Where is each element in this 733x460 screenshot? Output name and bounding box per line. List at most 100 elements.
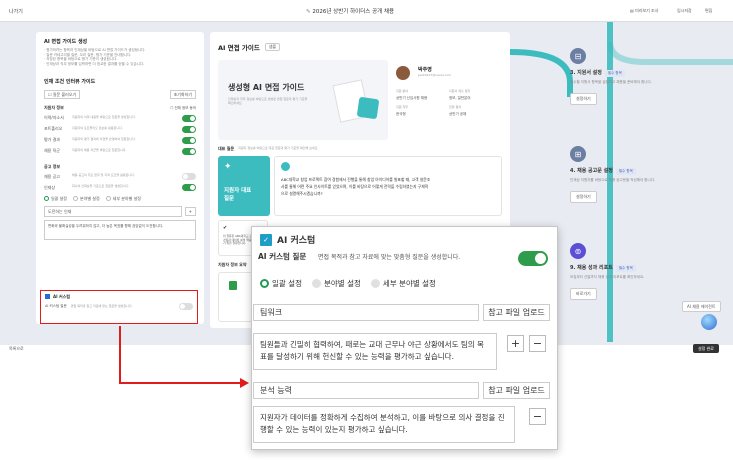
guide-title: AI 면접 가이드 생성 (44, 39, 88, 45)
remove-item-button[interactable]: − (529, 408, 546, 425)
step-title: 3. 지원서 설정 (570, 70, 602, 76)
ai-custom-row-desc: 면접 목적과 참고 자료에 맞는 질문을 생성합니다. (70, 303, 133, 308)
support-section-title: 지원자 정보 요약 (218, 262, 247, 267)
step-icon: ⊚ (570, 243, 586, 259)
condition-title: 인재 조건 인터뷰 가이드 (44, 79, 96, 86)
add-item-button[interactable]: + (507, 335, 524, 352)
step-title: 9. 채용 성과 리포트 (570, 265, 613, 271)
step-desc: 인재상 지원자를 바탕으로 채용 공고문을 작성해야 합니다. (570, 178, 656, 182)
ai-custom-toggle-on[interactable] (518, 251, 548, 266)
ai-custom-heading: AI 커스텀 (45, 294, 193, 300)
option-row: 이력/자소서 지원자의 이력 내용을 바탕으로 질문을 생성합니다. (44, 114, 196, 122)
complete-button[interactable]: 설정 완료 (693, 344, 719, 354)
option-toggle[interactable] (182, 183, 196, 191)
talent-input[interactable]: 도전하는 인재 (44, 205, 182, 218)
option-row: 채용 직군 지원자의 채용 직군을 바탕으로 질문합니다. (44, 147, 196, 155)
radio-all[interactable]: 일괄 설정 (44, 196, 67, 201)
keyword-input-teamwork[interactable]: 팀워크 (253, 304, 479, 321)
clipboard-illustration (356, 96, 380, 120)
option-row: 평가 결과 지원자의 평가 결과와 의견을 반영하여 질문합니다. (44, 136, 196, 144)
guide-line: · 인재상과 직무 정보를 입력하면 더 정교한 결과를 얻을 수 있습니다. (44, 61, 145, 66)
radio-detail[interactable]: 세부 분야별 설정 (370, 278, 436, 289)
load-questions-button[interactable]: ☐ 질문 불러오기 (44, 90, 81, 100)
ai-badge-icon: ✓ (260, 233, 272, 246)
ai-agent-button[interactable]: AI 채용 에이전트 (682, 301, 721, 313)
add-button[interactable]: + (184, 206, 196, 217)
option-desc: 지원자의 평가 결과와 의견을 반영하여 질문합니다. (72, 137, 136, 142)
option-toggle[interactable] (182, 147, 196, 155)
back-to-list-button[interactable]: 목록으로 (9, 346, 24, 351)
talent-desc-textarea[interactable]: 변화와 불확실성을 두려워하지 않고, 더 높은 목표를 향해 끊임없이 도전합… (44, 220, 196, 241)
preview-button[interactable]: ▤ 미리보기 조사 (630, 8, 658, 13)
candidate-email: park0127@naver.com (418, 73, 452, 77)
support-title: 지원자 정보 (44, 105, 64, 111)
option-label: 포트폴리오 (44, 126, 63, 132)
step-desc: 모집부터 선발까지 채용 성과 리포트를 확인하세요. (570, 275, 645, 279)
reset-button[interactable]: 초기화하기 (169, 90, 196, 100)
ai-custom-toggle[interactable] (179, 303, 193, 311)
exit-button[interactable]: 나가기 (9, 8, 23, 15)
temp-save-button[interactable]: 임시저장 (677, 8, 692, 13)
question-icon (281, 162, 290, 171)
step-application: ⊟ 3. 지원서 설정 필수 항목 접수할 지원서 항목을 설정하고 채용을 준비… (570, 48, 665, 105)
radio-field[interactable]: 분야별 설정 (73, 196, 100, 201)
info-value: 정보, 일반분야 (449, 96, 471, 100)
ai-agent-orb-icon[interactable] (701, 314, 717, 330)
page-title-text: 2026년 상반기 하이더스 공개 채용 (312, 9, 395, 15)
option-row: 채용 공고 채용 공고의 주요 업무 및 자격 요건을 활용합니다. (44, 172, 196, 180)
option-desc: 채용 공고의 주요 업무 및 자격 요건을 활용합니다. (72, 173, 135, 178)
preview-label: 미리보기 조사 (635, 8, 659, 13)
candidate-card: 박주영 park0127@naver.com 지원 분야 지원서 제출 일자 상… (394, 60, 502, 140)
radio-detail[interactable]: 세부 분야별 설정 (105, 196, 141, 201)
option-label: 이력/자소서 (44, 115, 64, 121)
step-badge: 필수 항목 (615, 265, 636, 272)
radio-label: 일괄 설정 (51, 195, 67, 201)
step-badge: 필수 항목 (615, 168, 636, 175)
info-label: 지원 분야 (396, 89, 408, 93)
upload-file-button[interactable]: 참고 파일 업로드 (483, 304, 550, 321)
ai-badge-icon (45, 294, 50, 300)
edit-button[interactable]: 편집 (705, 8, 712, 13)
step-badge: 필수 항목 (604, 70, 625, 77)
criteria-textarea-analysis[interactable]: 지원자가 데이터를 정확하게 수집하여 분석하고, 이를 바탕으로 의사 결정을… (253, 406, 515, 443)
option-toggle[interactable] (182, 136, 196, 144)
guide-banner: 생성형 AI 면접 가이드 인재상과 직무 정보를 바탕으로 생성된 면접 질문… (218, 60, 388, 140)
sample-badge: 샘플 (264, 43, 281, 51)
consent-checkbox[interactable]: ☐ 전체 정보 동의 (170, 106, 196, 111)
upload-file-button[interactable]: 참고 파일 업로드 (483, 382, 550, 399)
step-icon: ⊟ (570, 48, 586, 64)
top-bar: 나가기 ✎ 2026년 상반기 하이더스 공개 채용 ▤ 미리보기 조사 임시저… (0, 0, 733, 22)
remove-item-button[interactable]: − (529, 335, 546, 352)
radio-field[interactable]: 분야별 설정 (311, 278, 361, 289)
step-setup-button[interactable]: 설정하기 (570, 92, 597, 105)
option-label: 인재상 (44, 184, 56, 190)
option-toggle[interactable] (182, 125, 196, 133)
criteria-textarea-teamwork[interactable]: 팀원들과 긴밀히 협력하여, 때로는 교대 근무나 야근 상황에서도 팀의 목표… (253, 333, 497, 370)
job-title: 공고 정보 (44, 163, 61, 169)
settings-panel: AI 면접 가이드 생성 · 평가하려는 항목과 인재상을 바탕으로 AI 면접… (36, 32, 204, 324)
page-title: ✎ 2026년 상반기 하이더스 공개 채용 (306, 7, 394, 15)
ai-custom-highlight: AI 커스텀 AI 커스텀 질문 면접 목적과 참고 자료에 맞는 질문을 생성… (40, 290, 198, 324)
option-toggle[interactable] (182, 172, 196, 180)
ai-custom-heading-text: AI 커스텀 (53, 294, 71, 299)
option-label: 평가 결과 (44, 137, 60, 143)
radio-label: 분야별 설정 (80, 195, 100, 201)
option-desc: 회사의 인재상을 기준으로 질문을 생성합니다. (72, 184, 130, 189)
keyword-input-analysis[interactable]: 분석 능력 (253, 382, 479, 399)
popup-row-label: AI 커스텀 질문 (258, 252, 307, 261)
step-setup-button[interactable]: 설정하기 (570, 190, 597, 203)
step-go-button[interactable]: 바로가기 (570, 287, 597, 300)
radio-icon (311, 279, 321, 288)
radio-icon (260, 279, 269, 288)
info-value: 상반기 공채 (449, 112, 467, 116)
step-title: 4. 채용 공고문 설정 (570, 168, 613, 174)
ai-custom-popup: ✓ AI 커스텀 AI 커스텀 질문 면접 목적과 참고 자료에 맞는 맞춤형 … (251, 226, 558, 450)
option-toggle[interactable] (182, 114, 196, 122)
section-title: 대표 질문 (218, 146, 235, 151)
radio-all[interactable]: 일괄 설정 (260, 278, 302, 289)
radio-icon (73, 195, 78, 201)
question-card-label: 지원자 대표 질문 (224, 188, 252, 202)
option-row: 인재상 회사의 인재상을 기준으로 질문을 생성합니다. (44, 183, 196, 191)
step-posting: ⊞ 4. 채용 공고문 설정 필수 항목 인재상 지원자를 바탕으로 채용 공고문… (570, 146, 665, 203)
banner-subtitle: 인재상과 직무 정보를 바탕으로 생성된 면접 질문과 평가 기준을 확인하세요… (228, 97, 308, 105)
